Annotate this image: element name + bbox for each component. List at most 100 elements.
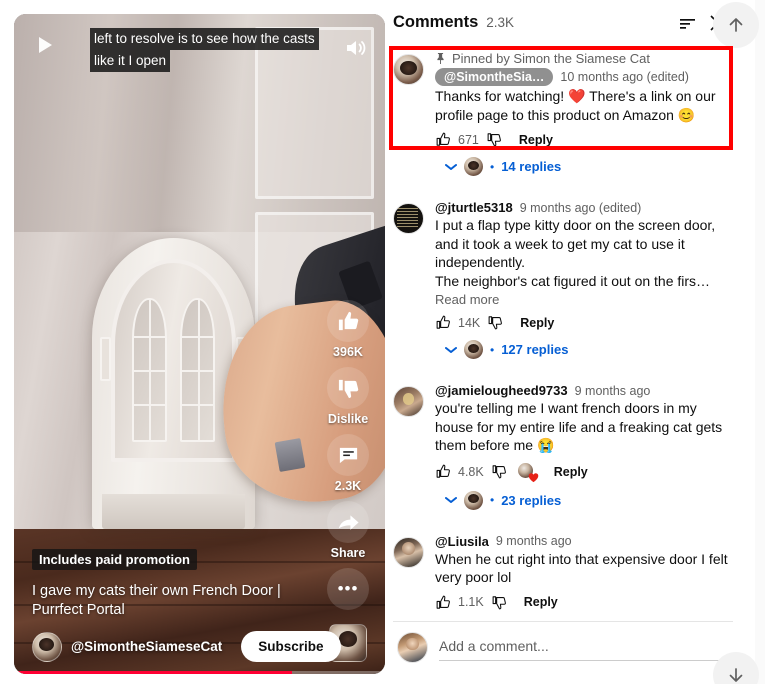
channel-avatar[interactable] bbox=[32, 631, 62, 662]
comment-author[interactable]: @Liusila bbox=[435, 534, 489, 549]
thumbs-down-icon bbox=[338, 379, 358, 398]
reply-avatar bbox=[464, 490, 483, 510]
comment-meta: @jamielougheed9733 9 months ago bbox=[435, 383, 733, 398]
comment-text: I put a flap type kitty door on the scre… bbox=[435, 217, 716, 289]
comment-timestamp: 9 months ago bbox=[574, 383, 651, 398]
caption-line-1: left to resolve is to see how the casts bbox=[90, 28, 319, 50]
comment-dislike-button[interactable] bbox=[487, 314, 504, 331]
read-more-button[interactable]: Read more bbox=[435, 292, 733, 307]
comment-actions: 671 Reply bbox=[435, 131, 733, 148]
thumbs-up-icon bbox=[436, 464, 450, 478]
comments-title: Comments bbox=[393, 13, 479, 31]
view-replies-button[interactable]: • 127 replies bbox=[435, 340, 733, 359]
channel-handle[interactable]: @SimontheSiameseCat bbox=[71, 639, 222, 654]
thumbs-down-icon bbox=[487, 133, 501, 147]
view-replies-button[interactable]: • 14 replies bbox=[435, 157, 733, 176]
comment-dislike-button[interactable] bbox=[491, 594, 508, 611]
current-user-avatar[interactable] bbox=[397, 631, 428, 663]
thumbs-up-icon bbox=[436, 595, 450, 609]
previous-short-button[interactable] bbox=[713, 2, 759, 48]
comments-header: Comments 2.3K bbox=[389, 0, 737, 45]
comment-actions: 1.1K Reply bbox=[435, 594, 733, 611]
view-replies-button[interactable]: • 23 replies bbox=[435, 490, 733, 510]
action-rail: 396K Dislike 2.3K Share ••• bbox=[317, 300, 379, 662]
volume-button[interactable] bbox=[343, 36, 369, 60]
finger-ring bbox=[275, 437, 306, 472]
reply-button[interactable]: Reply bbox=[524, 595, 558, 609]
comment-meta: @jturtle5318 9 months ago (edited) bbox=[435, 200, 733, 215]
comment-count: 2.3K bbox=[334, 479, 362, 493]
comment-author[interactable]: @jturtle5318 bbox=[435, 200, 513, 215]
replies-count: 127 replies bbox=[501, 342, 569, 357]
shorts-player[interactable]: left to resolve is to see how the casts … bbox=[14, 14, 385, 674]
comments-circle bbox=[327, 434, 369, 476]
avatar[interactable] bbox=[393, 536, 424, 568]
comment-text: Thanks for watching! ❤️ There's a link o… bbox=[435, 88, 716, 123]
chevron-down-icon bbox=[445, 346, 457, 353]
panel-scrollbar[interactable] bbox=[755, 0, 765, 684]
comment-actions: 4.8K Reply bbox=[435, 462, 733, 482]
volume-on-icon bbox=[347, 41, 366, 55]
channel-row: @SimontheSiameseCat Subscribe bbox=[32, 631, 341, 662]
reply-button[interactable]: Reply bbox=[554, 465, 588, 479]
comment-author-chip[interactable]: @SimontheSia… bbox=[435, 68, 554, 86]
like-button[interactable]: 396K bbox=[317, 300, 379, 359]
play-button[interactable] bbox=[34, 34, 56, 56]
like-count: 1.1K bbox=[458, 595, 484, 609]
video-progress-track[interactable] bbox=[14, 671, 385, 674]
like-count: 396K bbox=[333, 345, 363, 359]
heart-icon bbox=[528, 472, 538, 482]
comment-item: @Liusila 9 months ago When he cut right … bbox=[393, 528, 733, 613]
comment-like-button[interactable]: 4.8K bbox=[435, 463, 484, 480]
comments-button[interactable]: 2.3K bbox=[317, 434, 379, 493]
next-short-button[interactable] bbox=[713, 652, 759, 684]
comment-like-button[interactable]: 671 bbox=[435, 131, 479, 148]
dislike-button[interactable]: Dislike bbox=[317, 367, 379, 426]
thumbs-up-icon bbox=[436, 315, 450, 329]
reply-button[interactable]: Reply bbox=[520, 316, 554, 330]
video-title: I gave my cats their own French Door | P… bbox=[32, 583, 281, 618]
add-comment-input[interactable] bbox=[439, 633, 729, 661]
comment-meta: @SimontheSia… 10 months ago (edited) bbox=[435, 68, 733, 86]
reply-avatar bbox=[464, 157, 483, 176]
replies-dot: • bbox=[490, 159, 495, 174]
comment-like-button[interactable]: 14K bbox=[435, 314, 480, 331]
share-button[interactable]: Share bbox=[317, 501, 379, 560]
paid-promotion-badge: Includes paid promotion bbox=[32, 549, 197, 570]
reply-button[interactable]: Reply bbox=[519, 133, 553, 147]
like-count: 4.8K bbox=[458, 464, 484, 479]
thumbs-down-icon bbox=[492, 465, 506, 479]
comment-timestamp: 10 months ago (edited) bbox=[560, 70, 689, 84]
comment-meta: @Liusila 9 months ago bbox=[435, 534, 733, 549]
comment-dislike-button[interactable] bbox=[491, 463, 508, 480]
caption-line-2: like it I open bbox=[90, 50, 171, 72]
like-count: 671 bbox=[458, 132, 479, 147]
video-captions: left to resolve is to see how the casts … bbox=[90, 28, 320, 72]
replies-dot: • bbox=[490, 493, 495, 507]
comment-text: you're telling me I want french doors in… bbox=[435, 400, 723, 453]
share-label: Share bbox=[330, 546, 366, 560]
comment-item-pinned: Pinned by Simon the Siamese Cat @Simonth… bbox=[393, 45, 733, 178]
avatar[interactable] bbox=[393, 203, 424, 234]
like-circle bbox=[327, 300, 369, 342]
comment-dislike-button[interactable] bbox=[486, 131, 503, 148]
door-pane-right bbox=[180, 297, 216, 443]
video-progress-fill bbox=[14, 671, 293, 674]
sort-icon bbox=[680, 18, 695, 29]
sort-comments-button[interactable] bbox=[673, 8, 703, 38]
pin-icon bbox=[437, 53, 444, 64]
comment-author[interactable]: @jamielougheed9733 bbox=[435, 383, 568, 398]
arrow-up-icon bbox=[729, 18, 743, 32]
comment-icon bbox=[339, 447, 357, 463]
reply-avatar bbox=[464, 340, 483, 359]
dislike-label: Dislike bbox=[327, 412, 369, 426]
avatar[interactable] bbox=[393, 386, 424, 417]
avatar[interactable] bbox=[393, 54, 424, 85]
comments-panel: Comments 2.3K Pinned by Simon the Siames… bbox=[389, 0, 737, 684]
subscribe-button[interactable]: Subscribe bbox=[241, 631, 341, 662]
more-options-button[interactable]: ••• bbox=[327, 568, 369, 610]
comments-count: 2.3K bbox=[486, 15, 515, 30]
replies-dot: • bbox=[490, 342, 495, 357]
comment-like-button[interactable]: 1.1K bbox=[435, 594, 484, 611]
door-base bbox=[101, 493, 246, 529]
